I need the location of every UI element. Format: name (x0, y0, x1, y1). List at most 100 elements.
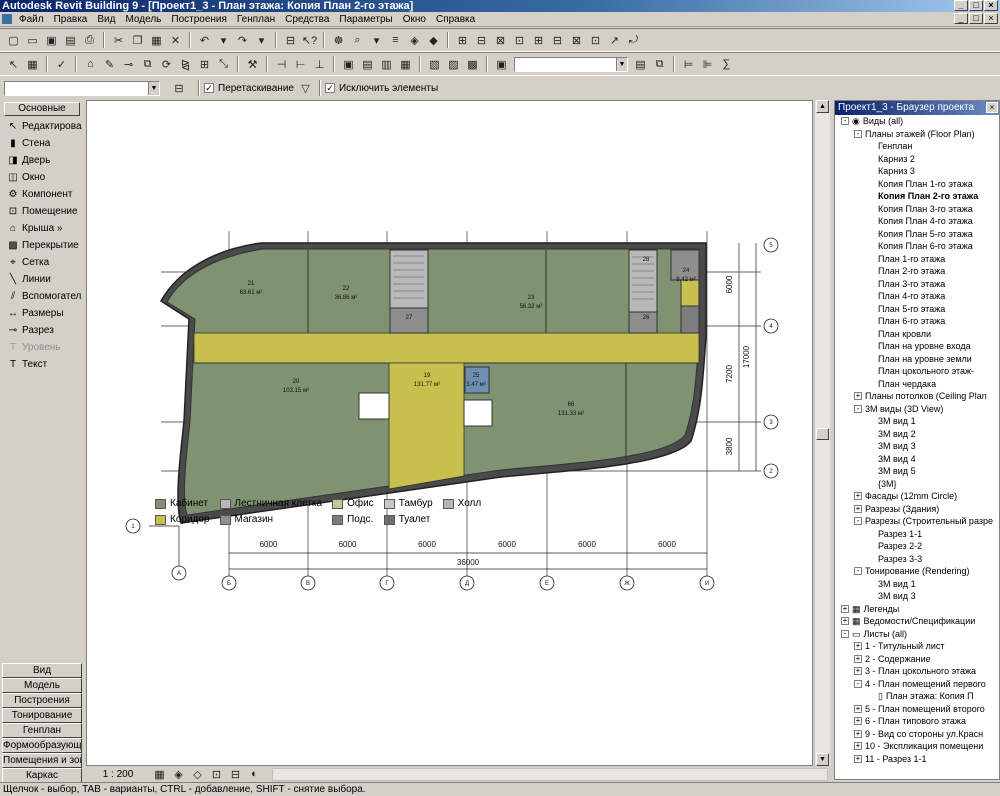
tool-floor[interactable]: ▩ Перекрытие (0, 237, 84, 254)
trim-icon[interactable]: ⊡ (512, 33, 527, 48)
drawing-area[interactable]: 21 63.61 м² 22 36.86 м² 27 23 56.32 м² 28 24 8.42… (86, 100, 813, 766)
expand-icon[interactable]: + (854, 642, 862, 651)
scroll-thumb[interactable] (816, 428, 829, 440)
browser-node[interactable]: 3М вид 3 (835, 440, 999, 453)
tool-wall[interactable]: ▮ Стена (0, 135, 84, 152)
tab-6[interactable]: Помещения и зоны (2, 753, 82, 768)
group-create-icon[interactable]: ▣ (341, 57, 356, 72)
browser-node[interactable]: 3М вид 4 (835, 453, 999, 466)
copy-element-icon[interactable]: ⧉ (140, 57, 155, 72)
tag-all-icon[interactable]: ⊫ (700, 57, 715, 72)
vertical-scrollbar[interactable]: ▲ ▼ (814, 100, 830, 766)
menu-model[interactable]: Модель (120, 14, 166, 25)
save-icon[interactable]: ▣ (44, 33, 59, 48)
undo-list-icon[interactable]: ▾ (216, 33, 231, 48)
print-icon[interactable]: ⎙ (82, 33, 97, 48)
properties-icon[interactable]: ▤ (633, 57, 648, 72)
group-edit-icon[interactable]: ▤ (360, 57, 375, 72)
tool-level[interactable]: ⊤ Уровень (0, 339, 84, 356)
paint-icon[interactable]: ⌂ (83, 57, 98, 72)
match-icon[interactable]: ✓ (54, 57, 69, 72)
wall-join-icon[interactable]: ⊞ (455, 33, 470, 48)
zoom-list-icon[interactable]: ▾ (369, 33, 384, 48)
browser-node[interactable]: - ◉ Виды (all) (835, 115, 999, 128)
browser-node[interactable]: {3M} (835, 478, 999, 491)
browser-node[interactable]: 3М вид 1 (835, 578, 999, 591)
unpin-icon[interactable]: ⊠ (569, 33, 584, 48)
mdi-close-button[interactable]: × (984, 13, 998, 24)
browser-node[interactable]: -4 - План помещений первого (835, 678, 999, 691)
expand-icon[interactable]: + (854, 717, 862, 726)
detail-level-icon[interactable]: ▦ (152, 767, 167, 782)
phase-icon[interactable]: ▨ (446, 57, 461, 72)
type-properties-icon[interactable]: ⧉ (652, 57, 667, 72)
split-wall-icon[interactable]: ⊢ (293, 57, 308, 72)
tab-3[interactable]: Тонирование (2, 708, 82, 723)
browser-node[interactable]: - Планы этажей (Floor Plan) (835, 128, 999, 141)
browser-node[interactable]: Карниз 3 (835, 165, 999, 178)
tool-dimension[interactable]: ↔ Размеры (0, 305, 84, 322)
browser-node[interactable]: ▯ План этажа: Копия П (835, 690, 999, 703)
collapse-icon[interactable]: - (854, 679, 862, 688)
align-icon[interactable]: ⊟ (474, 33, 489, 48)
browser-node[interactable]: 3М вид 3 (835, 590, 999, 603)
floor-plan[interactable]: 21 63.61 м² 22 36.86 м² 27 23 56.32 м² 28 24 8.42… (87, 101, 813, 766)
zoom-icon[interactable]: ⌕ (350, 33, 365, 48)
browser-node[interactable]: План кровли (835, 328, 999, 341)
minimize-button[interactable]: _ (954, 0, 968, 11)
browser-node[interactable]: + Планы потолков (Ceiling Plan (835, 390, 999, 403)
paste-icon[interactable]: ▦ (149, 33, 164, 48)
help-pointer-icon[interactable]: ↖? (302, 33, 317, 48)
browser-node[interactable]: План 2-го этажа (835, 265, 999, 278)
expand-icon[interactable]: + (854, 654, 862, 663)
browser-close-icon[interactable]: × (986, 102, 998, 113)
browser-node[interactable]: План цокольного этаж- (835, 365, 999, 378)
group-icon[interactable]: ⊡ (588, 33, 603, 48)
browser-node[interactable]: +2 - Содержание (835, 653, 999, 666)
thin-lines-icon[interactable]: ≡ (388, 33, 403, 48)
close-button[interactable]: × (984, 0, 998, 11)
tool-text[interactable]: T Текст (0, 356, 84, 373)
mdi-minimize-button[interactable]: _ (954, 13, 968, 24)
tab-basics[interactable]: Основные (4, 102, 80, 116)
browser-node[interactable]: +3 - План цокольного этажа (835, 665, 999, 678)
copy-icon[interactable]: ❐ (130, 33, 145, 48)
tag-icon[interactable]: ⊨ (681, 57, 696, 72)
tab-4[interactable]: Генплан (2, 723, 82, 738)
mdi-restore-button[interactable]: □ (969, 13, 983, 24)
browser-node[interactable]: + ▦ Легенды (835, 603, 999, 616)
browser-node[interactable]: План 5-го этажа (835, 303, 999, 316)
3d-view-icon[interactable]: ◈ (407, 33, 422, 48)
tool-grid[interactable]: ⌖ Сетка (0, 254, 84, 271)
tool-room[interactable]: ⊡ Помещение (0, 203, 84, 220)
browser-node[interactable]: Копия План 4-го этажа (835, 215, 999, 228)
browser-node[interactable]: План чердака (835, 378, 999, 391)
browser-node[interactable]: +5 - План помещений второго (835, 703, 999, 716)
move-icon[interactable]: ↗ (607, 33, 622, 48)
rotate-element-icon[interactable]: ⟳ (159, 57, 174, 72)
expand-icon[interactable]: + (854, 667, 862, 676)
filter-funnel-icon[interactable]: ▽ (298, 81, 313, 96)
save-all-icon[interactable]: ▤ (63, 33, 78, 48)
horizontal-scrollbar[interactable] (272, 767, 828, 781)
tab-2[interactable]: Построения (2, 693, 82, 708)
collapse-icon[interactable]: - (854, 567, 862, 576)
shading-icon[interactable]: ◆ (426, 33, 441, 48)
pick-icon[interactable]: ✎ (102, 57, 117, 72)
crop-region-icon[interactable]: ⊟ (228, 767, 243, 782)
element-properties-icon[interactable]: ⊟ (168, 81, 190, 96)
browser-node[interactable]: План на уровне входа (835, 340, 999, 353)
tool-roof[interactable]: ⌂ Крыша » (0, 220, 84, 237)
redo-list-icon[interactable]: ▾ (254, 33, 269, 48)
collapse-icon[interactable]: - (841, 117, 849, 126)
browser-node[interactable]: + ▦ Ведомости/Спецификации (835, 615, 999, 628)
app-icon[interactable] (2, 14, 12, 24)
camera-icon[interactable]: ☸ (331, 33, 346, 48)
tool-door[interactable]: ◨ Дверь (0, 152, 84, 169)
open-icon[interactable]: ▭ (25, 33, 40, 48)
cut-icon[interactable]: ✂ (111, 33, 126, 48)
trim-extend-icon[interactable]: ⊣ (274, 57, 289, 72)
browser-node[interactable]: - ▭ Листы (all) (835, 628, 999, 641)
collapse-icon[interactable]: - (841, 629, 849, 638)
hide-icon[interactable]: ◐ (247, 767, 262, 782)
